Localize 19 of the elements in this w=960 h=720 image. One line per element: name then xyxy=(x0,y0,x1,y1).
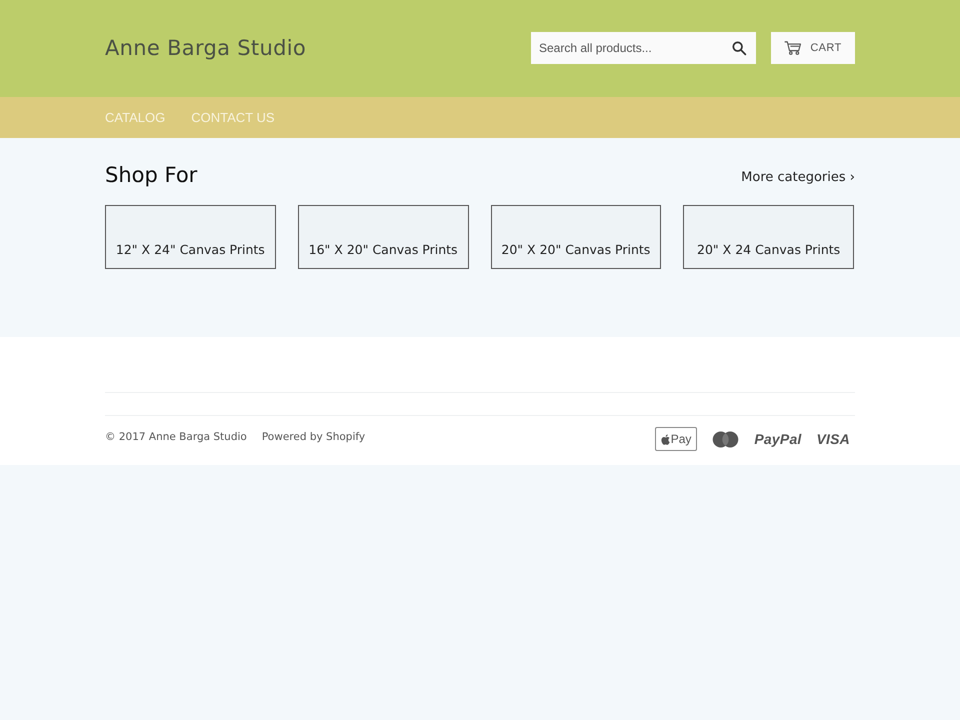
search-icon xyxy=(730,40,746,56)
powered-by-link[interactable]: Powered by Shopify xyxy=(262,430,366,446)
store-name-link[interactable]: Anne Barga Studio xyxy=(105,32,306,64)
copyright-text: © 2017 Anne Barga Studio xyxy=(105,430,247,445)
collection-card[interactable]: 20" X 24 Canvas Prints xyxy=(683,205,854,269)
collection-card[interactable]: 12" X 24" Canvas Prints xyxy=(105,205,276,269)
collection-card[interactable]: 20" X 20" Canvas Prints xyxy=(490,205,662,269)
apple-icon xyxy=(660,434,670,444)
search-field[interactable]: Search all products... xyxy=(531,32,721,64)
search-button[interactable] xyxy=(721,32,756,64)
payment-label: Pay xyxy=(670,433,692,445)
collection-card[interactable]: 16" X 20" Canvas Prints xyxy=(298,205,468,269)
payment-label: VISA xyxy=(816,432,850,446)
more-categories-link[interactable]: More categories › xyxy=(741,168,855,188)
payment-label: PayPal xyxy=(754,432,802,446)
cart-button[interactable]: CART xyxy=(771,32,855,64)
section-heading: Shop For xyxy=(105,162,198,189)
cart-icon xyxy=(784,41,802,55)
overlapping-circles-icon xyxy=(712,430,740,448)
